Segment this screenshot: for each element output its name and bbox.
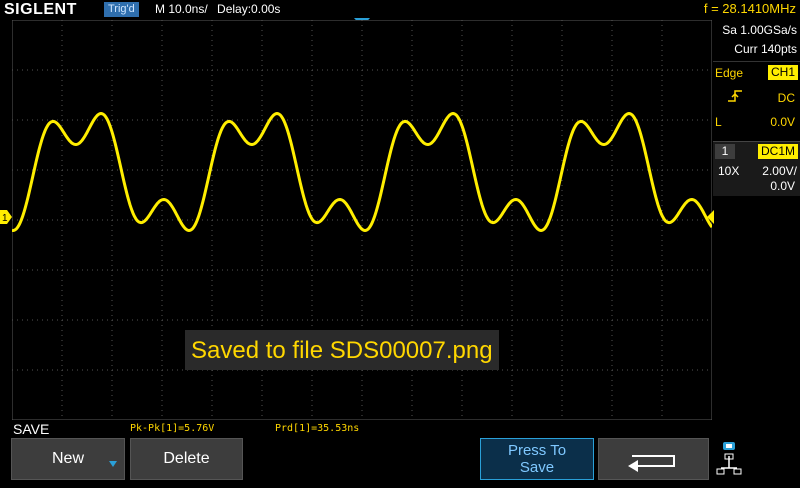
trigger-status-badge: Trig'd	[104, 2, 139, 17]
delay-value: Delay:0.00s	[217, 2, 281, 16]
return-arrow-icon	[627, 455, 675, 472]
save-confirmation-message: Saved to file SDS00007.png	[185, 330, 499, 370]
channel1-panel[interactable]: 1 DC1M 10X 2.00V/ 0.0V	[713, 141, 800, 196]
acquisition-panel: Sa 1.00GSa/s Curr 140pts	[713, 20, 800, 60]
memory-depth: Curr 140pts	[734, 42, 797, 56]
vertical-offset: 0.0V	[770, 179, 795, 193]
trigger-type: Edge	[715, 66, 744, 80]
new-button-label: New	[51, 450, 84, 467]
trigger-coupling: DC	[777, 91, 795, 105]
frequency-counter: f = 28.1410MHz	[703, 1, 796, 16]
rising-edge-icon	[728, 90, 742, 102]
sample-rate: Sa 1.00GSa/s	[722, 23, 797, 37]
delete-button[interactable]: Delete	[130, 438, 243, 480]
network-status-icon[interactable]	[715, 440, 745, 478]
trigger-source-badge: CH1	[767, 65, 798, 80]
probe-attenuation: 10X	[718, 164, 740, 178]
trigger-panel[interactable]: Edge CH1 DC L 0.0V	[713, 61, 800, 137]
ch1-offset-marker-icon[interactable]: 1	[0, 210, 12, 224]
trigger-level-label: L	[715, 115, 722, 129]
return-button[interactable]	[598, 438, 709, 480]
timebase-value: M 10.0ns/	[155, 2, 208, 16]
arrow-down-icon	[109, 461, 117, 467]
timebase-readout[interactable]: M 10.0ns/ Delay:0.00s	[155, 2, 280, 16]
press-to-save-line1: Press To	[507, 442, 567, 459]
trigger-level-marker-icon[interactable]	[702, 210, 714, 224]
menu-title: SAVE	[13, 421, 50, 437]
channel-number: 1	[715, 144, 735, 159]
ch1-marker-label: 1	[2, 213, 8, 224]
press-to-save-button[interactable]: Press To Save	[480, 438, 594, 480]
vertical-scale: 2.00V/	[762, 164, 797, 178]
measurement-period: Prd[1]=35.53ns	[275, 423, 360, 434]
press-to-save-line2: Save	[519, 459, 555, 476]
channel-coupling-badge: DC1M	[757, 144, 798, 159]
delete-button-label: Delete	[163, 450, 210, 467]
trigger-level-value: 0.0V	[770, 115, 795, 129]
siglent-logo: SIGLENT	[4, 1, 77, 18]
top-status-bar: SIGLENT Trig'd M 10.0ns/ Delay:0.00s f =…	[0, 0, 800, 20]
new-button[interactable]: New	[11, 438, 125, 480]
measurement-pk-pk: Pk-Pk[1]=5.76V	[130, 423, 215, 434]
